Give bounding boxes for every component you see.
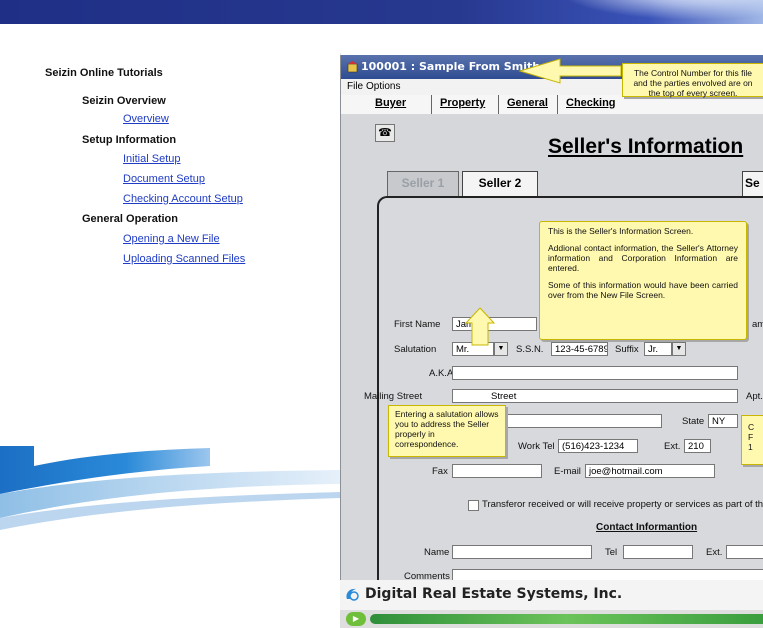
swoosh-logo-icon (344, 586, 360, 602)
callout-arrows (464, 58, 622, 346)
playback-bar: ▶ (340, 610, 763, 628)
footer-company: Digital Real Estate Systems, Inc. (365, 586, 623, 602)
play-button[interactable]: ▶ (346, 612, 366, 626)
play-icon: ▶ (352, 614, 360, 623)
footer-bar: Digital Real Estate Systems, Inc. (340, 580, 763, 610)
progress-track[interactable] (370, 614, 763, 624)
